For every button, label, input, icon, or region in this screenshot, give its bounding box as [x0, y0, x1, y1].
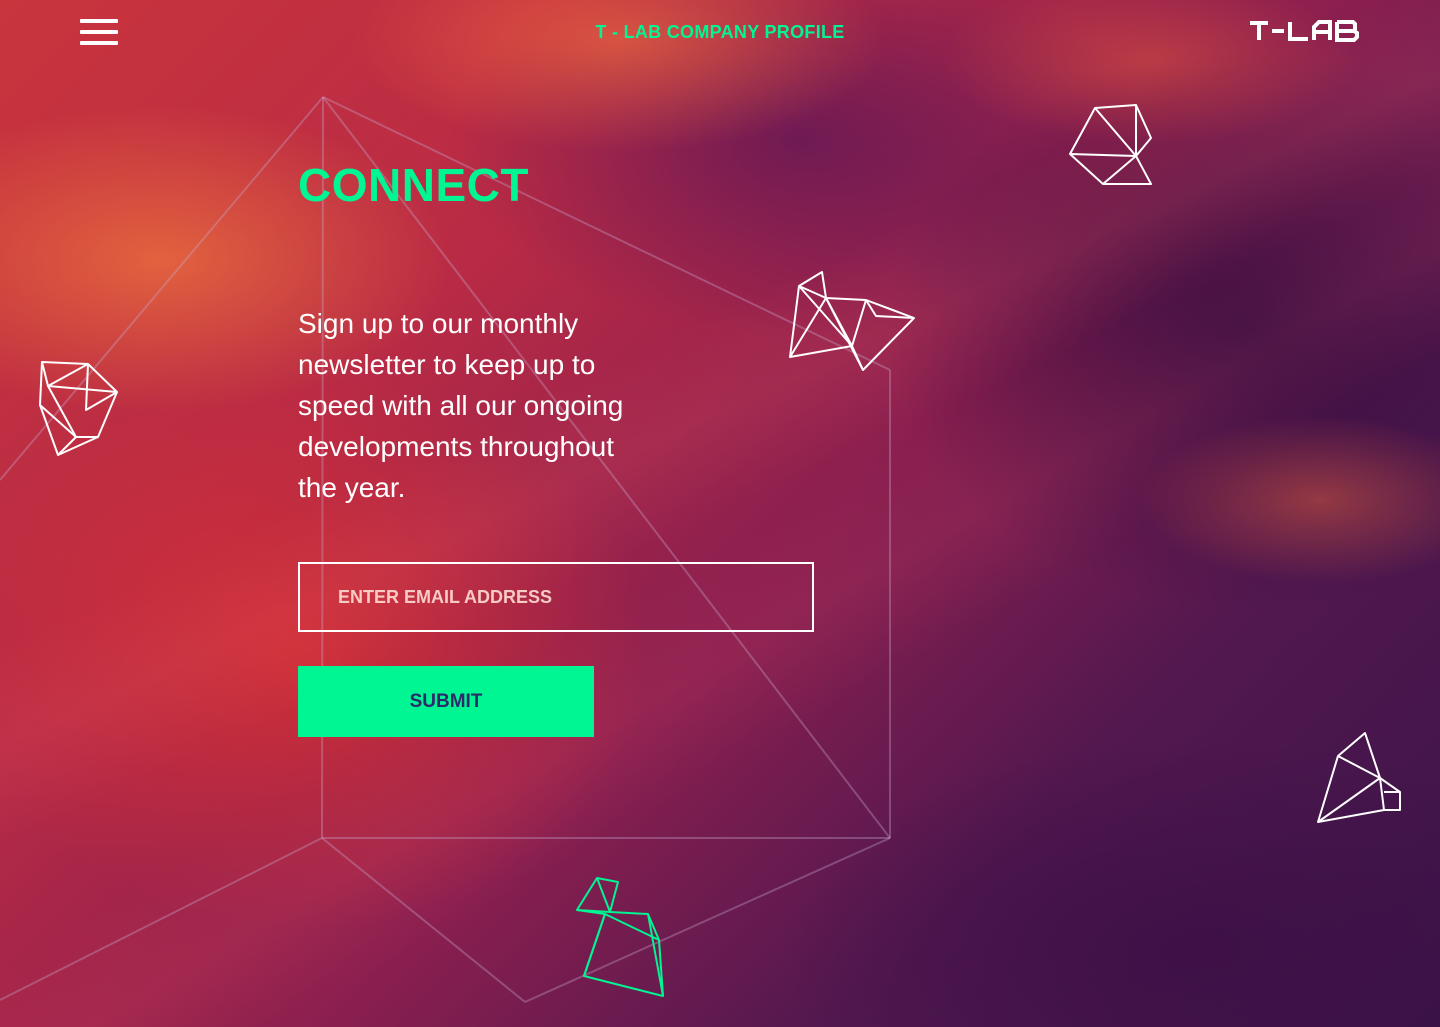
- newsletter-description: Sign up to our monthly newsletter to kee…: [298, 308, 624, 503]
- email-field[interactable]: [298, 562, 814, 632]
- gem-green-icon: [576, 877, 664, 997]
- gem-middle-icon: [789, 271, 915, 371]
- t-lab-logo[interactable]: [1248, 20, 1360, 42]
- gem-left-icon: [39, 361, 118, 456]
- gem-right-icon: [1317, 732, 1401, 823]
- submit-button[interactable]: SUBMIT: [298, 666, 594, 737]
- hamburger-menu-icon[interactable]: [80, 19, 118, 47]
- decorative-gems: [39, 104, 1401, 997]
- page-title: T - LAB COMPANY PROFILE: [595, 22, 845, 42]
- connect-heading: CONNECT: [298, 159, 529, 211]
- gem-top-right-icon: [1069, 104, 1152, 185]
